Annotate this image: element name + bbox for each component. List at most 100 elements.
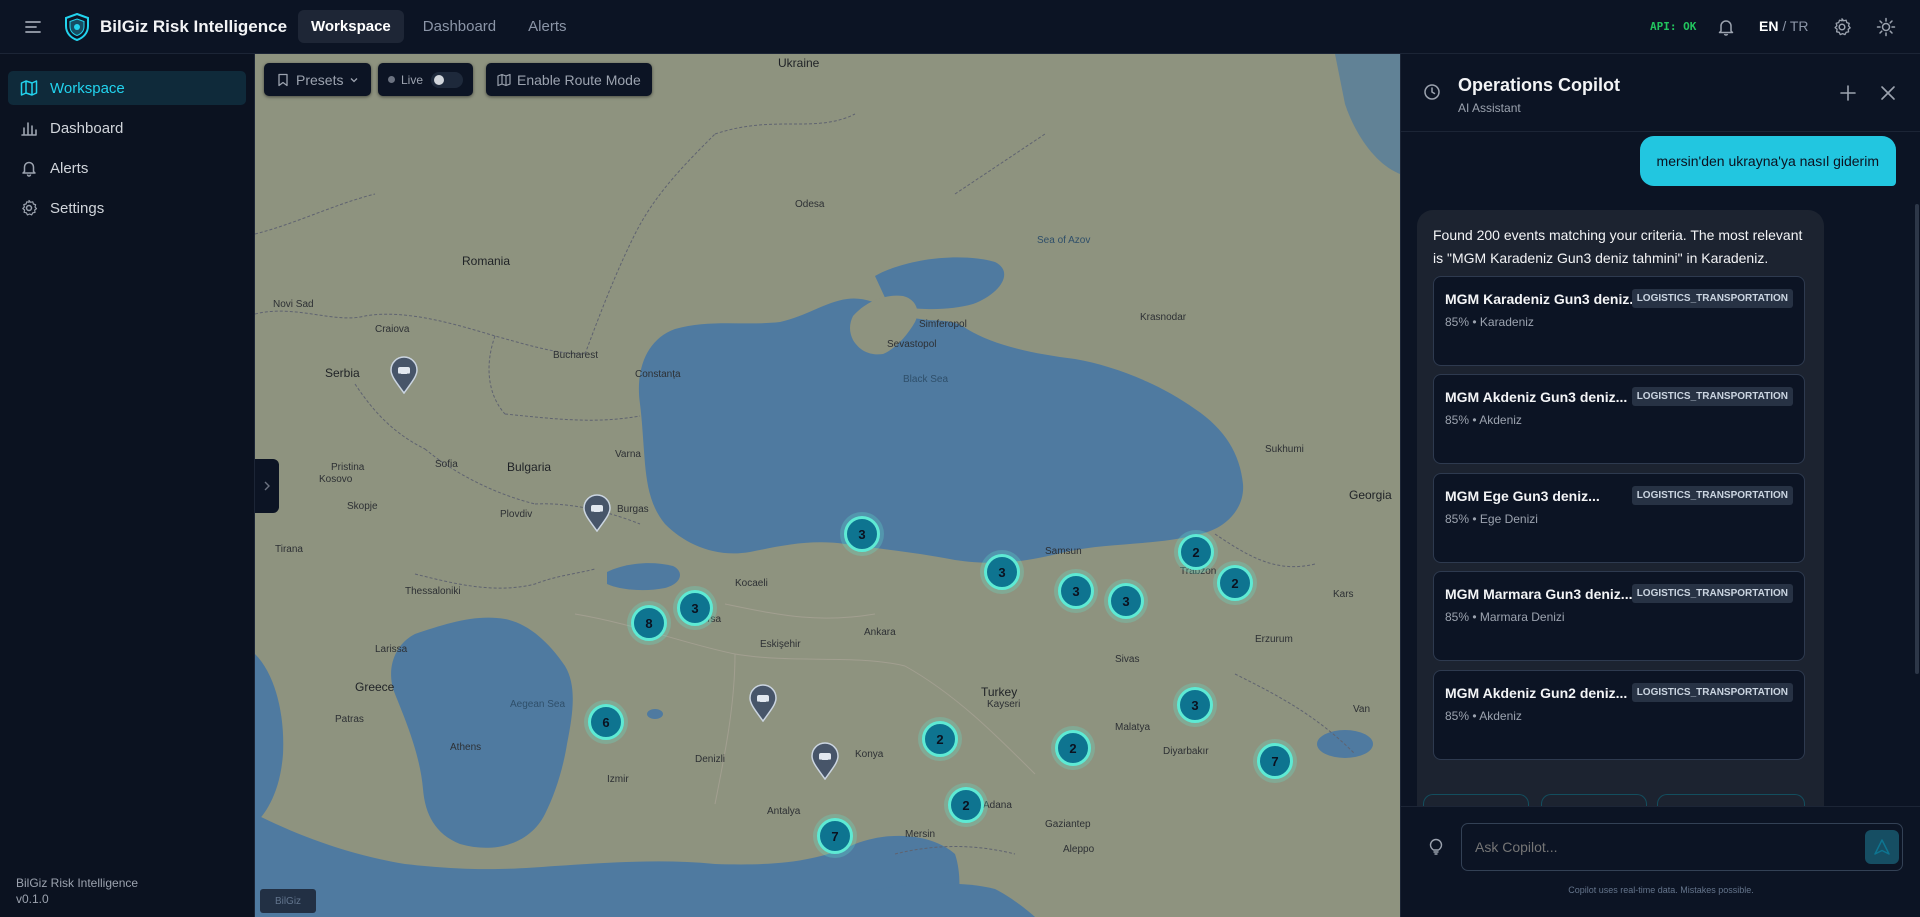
route-mode-label: Enable Route Mode <box>517 71 641 88</box>
cluster-marker[interactable]: 3 <box>1108 583 1144 619</box>
menu-icon[interactable] <box>24 18 42 36</box>
map-label-malatya: Malatya <box>1115 722 1151 733</box>
user-message: mersin'den ukrayna'ya nasıl giderim <box>1639 136 1896 186</box>
event-title: MGM Ege Gun3 deniz... <box>1445 488 1600 504</box>
vehicle-pin-icon[interactable] <box>389 356 419 394</box>
map-label-constanta: Constanța <box>635 369 681 380</box>
map-view[interactable]: Ukraine Romania Serbia Bulgaria Greece T… <box>255 54 1400 917</box>
chevron-right-icon <box>264 481 270 491</box>
vehicle-pin-icon[interactable] <box>810 742 840 780</box>
attribution-text: BilGiz <box>274 895 302 907</box>
map-label-novi-sad: Novi Sad <box>273 299 314 310</box>
copilot-panel: Operations Copilot AI Assistant mersin'd… <box>1400 54 1920 917</box>
ask-copilot-input[interactable] <box>1461 823 1903 871</box>
sidebar-item-workspace[interactable]: Workspace <box>8 71 246 105</box>
sidebar-item-label: Workspace <box>50 79 125 97</box>
map-attribution: BilGiz <box>260 889 316 913</box>
plus-icon[interactable] <box>1839 84 1857 102</box>
map-label-kosovo: Kosovo <box>319 474 353 485</box>
map-basemap <box>255 54 1400 917</box>
cluster-marker[interactable]: 2 <box>948 787 984 823</box>
lang-tr[interactable]: TR <box>1790 18 1809 34</box>
map-label-greece: Greece <box>355 680 395 694</box>
category-badge: LOGISTICS_TRANSPORTATION <box>1631 486 1793 505</box>
cluster-marker[interactable]: 7 <box>817 818 853 854</box>
event-title: MGM Karadeniz Gun3 deniz... <box>1445 291 1642 307</box>
event-card[interactable]: MGM Akdeniz Gun2 deniz... LOGISTICS_TRAN… <box>1433 670 1805 760</box>
sidebar-item-settings[interactable]: Settings <box>8 191 246 225</box>
close-icon[interactable] <box>1880 85 1896 101</box>
cluster-marker[interactable]: 2 <box>1055 730 1091 766</box>
map-label-adana: Adana <box>983 800 1012 811</box>
gear-icon <box>22 199 38 216</box>
live-toggle[interactable]: Live <box>378 63 474 96</box>
cluster-marker[interactable]: 3 <box>1177 687 1213 723</box>
lang-en[interactable]: EN <box>1759 18 1778 34</box>
event-meta: 85% • Ege Denizi <box>1445 512 1538 526</box>
event-card[interactable]: MGM Ege Gun3 deniz... LOGISTICS_TRANSPOR… <box>1433 473 1805 563</box>
assistant-message: Found 200 events matching your criteria.… <box>1417 210 1824 830</box>
map-label-sofia: Sofia <box>435 459 458 470</box>
chat-scrollbar[interactable] <box>1915 204 1919 674</box>
cluster-marker[interactable]: 2 <box>1217 565 1253 601</box>
vehicle-pin-icon[interactable] <box>748 684 778 722</box>
cluster-marker[interactable]: 3 <box>844 516 880 552</box>
event-card[interactable]: MGM Marmara Gun3 deniz... LOGISTICS_TRAN… <box>1433 571 1805 661</box>
cluster-marker[interactable]: 2 <box>1178 534 1214 570</box>
chevron-down-icon <box>351 77 358 82</box>
map-label-odesa: Odesa <box>795 199 825 210</box>
sidebar-item-alerts[interactable]: Alerts <box>8 151 246 185</box>
map-label-kars: Kars <box>1333 589 1354 600</box>
event-meta: 85% • Marmara Denizi <box>1445 610 1565 624</box>
cluster-marker[interactable]: 6 <box>588 704 624 740</box>
event-card[interactable]: MGM Akdeniz Gun3 deniz... LOGISTICS_TRAN… <box>1433 374 1805 464</box>
map-label-skopje: Skopje <box>347 501 378 512</box>
map-label-diyarbakir: Diyarbakır <box>1163 746 1209 757</box>
sun-icon[interactable] <box>1876 17 1896 37</box>
bookmark-icon <box>278 73 288 86</box>
map-label-turkey: Turkey <box>981 685 1018 699</box>
history-icon[interactable] <box>1423 83 1441 101</box>
cluster-marker[interactable]: 3 <box>677 590 713 626</box>
language-switcher[interactable]: EN / TR <box>1759 18 1809 34</box>
cluster-marker[interactable]: 3 <box>1058 573 1094 609</box>
tab-workspace[interactable]: Workspace <box>298 10 404 43</box>
bar-chart-icon <box>21 122 37 136</box>
footer-app-name: BilGiz Risk Intelligence <box>16 876 139 890</box>
send-icon <box>1874 839 1890 855</box>
cluster-marker[interactable]: 8 <box>631 605 667 641</box>
tab-dashboard[interactable]: Dashboard <box>410 10 509 43</box>
presets-label: Presets <box>296 71 344 88</box>
tab-alerts[interactable]: Alerts <box>515 10 579 43</box>
presets-dropdown[interactable]: Presets <box>264 63 372 96</box>
sidebar-item-dashboard[interactable]: Dashboard <box>8 111 246 145</box>
map-label-sevastopol: Sevastopol <box>887 339 937 350</box>
expand-panel-button[interactable] <box>255 459 279 513</box>
route-mode-button[interactable]: Enable Route Mode <box>486 63 652 96</box>
send-button[interactable] <box>1865 830 1899 864</box>
event-card[interactable]: MGM Karadeniz Gun3 deniz... LOGISTICS_TR… <box>1433 276 1805 366</box>
category-badge: LOGISTICS_TRANSPORTATION <box>1631 683 1793 702</box>
lightbulb-icon[interactable] <box>1427 838 1445 856</box>
api-status-badge: API: OK <box>1650 20 1697 33</box>
live-status-dot <box>388 76 395 83</box>
cluster-marker[interactable]: 3 <box>984 554 1020 590</box>
category-badge: LOGISTICS_TRANSPORTATION <box>1631 584 1793 603</box>
map-label-sea-of-azov: Sea of Azov <box>1037 235 1091 246</box>
cluster-marker[interactable]: 7 <box>1257 743 1293 779</box>
map-label-denizli: Denizli <box>695 754 726 765</box>
map-label-gaziantep: Gaziantep <box>1045 819 1091 830</box>
map-label-burgas: Burgas <box>617 504 649 515</box>
event-title: MGM Marmara Gun3 deniz... <box>1445 586 1633 602</box>
bell-icon[interactable] <box>1716 17 1736 37</box>
map-label-sukhumi: Sukhumi <box>1265 444 1304 455</box>
top-bar: BilGiz Risk Intelligence Workspace Dashb… <box>0 0 1920 54</box>
vehicle-pin-icon[interactable] <box>582 494 612 532</box>
map-label-van: Van <box>1353 704 1371 715</box>
live-switch[interactable] <box>431 71 464 88</box>
cluster-marker[interactable]: 2 <box>922 721 958 757</box>
gear-icon[interactable] <box>1832 17 1852 37</box>
map-label-plovdiv: Plovdiv <box>500 509 533 520</box>
event-title: MGM Akdeniz Gun2 deniz... <box>1445 685 1628 701</box>
map-label-eskisehir: Eskişehir <box>760 639 801 650</box>
